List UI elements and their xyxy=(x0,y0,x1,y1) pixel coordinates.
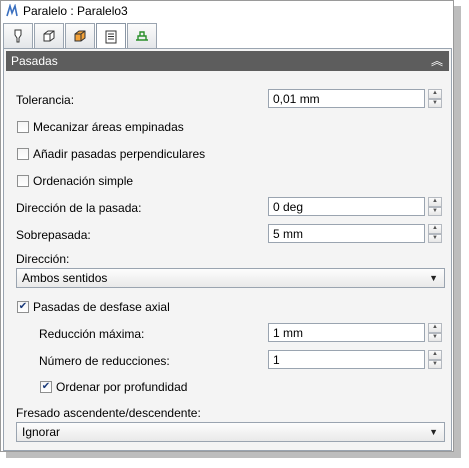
reductions-count-row: Número de reducciones: xyxy=(39,354,170,368)
section-header[interactable]: Pasadas ︽ xyxy=(6,51,449,71)
tolerance-input[interactable]: 0,01 mm xyxy=(268,89,425,108)
direction-label: Dirección: xyxy=(16,252,70,266)
spin-up-icon[interactable]: ▲ xyxy=(428,224,442,234)
overlap-label: Sobrepasada: xyxy=(16,228,91,242)
spin-up-icon[interactable]: ▲ xyxy=(428,323,442,333)
pass-direction-row: Dirección de la pasada: xyxy=(16,201,141,215)
pass-direction-label: Dirección de la pasada: xyxy=(16,201,142,215)
overlap-spinner: 5 mm ▲ ▼ xyxy=(268,224,442,243)
reductions-count-input[interactable]: 1 xyxy=(268,350,425,369)
axial-offset-label: Pasadas de desfase axial xyxy=(33,300,170,314)
steep-areas-checkbox[interactable] xyxy=(17,121,29,133)
stock-box-icon xyxy=(43,30,55,42)
axial-offset-option[interactable]: ✔ Pasadas de desfase axial xyxy=(17,300,170,314)
tab-strip xyxy=(3,23,158,50)
tab-passes[interactable] xyxy=(96,23,126,50)
spin-down-icon[interactable]: ▼ xyxy=(428,359,442,369)
perpendicular-passes-label: Añadir pasadas perpendiculares xyxy=(33,147,206,161)
steep-areas-label: Mecanizar áreas empinadas xyxy=(33,120,184,134)
milling-direction-select[interactable]: Ignorar ▼ xyxy=(16,422,445,442)
pass-direction-spinner: 0 deg ▲ ▼ xyxy=(268,197,442,216)
chevron-down-icon: ▼ xyxy=(429,273,438,283)
spin-down-icon[interactable]: ▼ xyxy=(428,206,442,216)
spin-down-icon[interactable]: ▼ xyxy=(428,332,442,342)
chevron-down-icon: ▼ xyxy=(429,427,438,437)
milling-direction-row: Fresado ascendente/descendente: xyxy=(16,406,201,420)
direction-selected-value: Ambos sentidos xyxy=(22,271,108,285)
reductions-count-spinner: 1 ▲ ▼ xyxy=(268,350,442,369)
collapse-icon[interactable]: ︽ xyxy=(431,55,443,67)
perpendicular-passes-checkbox[interactable] xyxy=(17,148,29,160)
order-by-depth-option[interactable]: ✔ Ordenar por profundidad xyxy=(40,380,187,394)
tool-icon xyxy=(14,29,22,43)
direction-select[interactable]: Ambos sentidos ▼ xyxy=(16,268,445,288)
tab-linking[interactable] xyxy=(127,23,157,48)
max-reduction-input[interactable]: 1 mm xyxy=(268,323,425,342)
axial-offset-checkbox[interactable]: ✔ xyxy=(17,301,29,313)
milling-direction-label: Fresado ascendente/descendente: xyxy=(16,406,201,420)
tolerance-label: Tolerancia: xyxy=(16,93,75,107)
tab-stock[interactable] xyxy=(34,23,64,48)
reductions-count-label: Número de reducciones: xyxy=(39,354,170,368)
tab-geometry[interactable] xyxy=(65,23,95,48)
simple-ordering-label: Ordenación simple xyxy=(33,174,134,188)
max-reduction-label: Reducción máxima: xyxy=(39,327,145,341)
passes-panel: Pasadas ︽ Tolerancia: 0,01 mm ▲ ▼ Mecaniz… xyxy=(3,48,452,451)
spin-down-icon[interactable]: ▼ xyxy=(428,233,442,243)
simple-ordering-checkbox[interactable] xyxy=(17,175,29,187)
tab-tool[interactable] xyxy=(3,23,33,48)
pass-direction-input[interactable]: 0 deg xyxy=(268,197,425,216)
tolerance-spinner: 0,01 mm ▲ ▼ xyxy=(268,89,442,108)
app-logo-icon xyxy=(6,4,18,17)
simple-ordering-option[interactable]: Ordenación simple xyxy=(17,174,133,188)
spin-up-icon[interactable]: ▲ xyxy=(428,89,442,99)
spin-up-icon[interactable]: ▲ xyxy=(428,350,442,360)
direction-row: Dirección: xyxy=(16,252,69,266)
overlap-input[interactable]: 5 mm xyxy=(268,224,425,243)
tolerance-row: Tolerancia: xyxy=(16,93,74,107)
properties-window: Paralelo : Paralelo3 Pasadas ︽ Toleranci… xyxy=(0,0,454,452)
max-reduction-spinner: 1 mm ▲ ▼ xyxy=(268,323,442,342)
steep-areas-option[interactable]: Mecanizar áreas empinadas xyxy=(17,120,184,134)
linking-icon xyxy=(136,31,148,41)
order-by-depth-label: Ordenar por profundidad xyxy=(56,380,188,394)
geometry-icon xyxy=(74,30,86,42)
spin-up-icon[interactable]: ▲ xyxy=(428,197,442,207)
spin-down-icon[interactable]: ▼ xyxy=(428,98,442,108)
max-reduction-row: Reducción máxima: xyxy=(39,327,144,341)
section-title: Pasadas xyxy=(11,54,58,68)
passes-icon xyxy=(105,30,117,44)
order-by-depth-checkbox[interactable]: ✔ xyxy=(40,381,52,393)
perpendicular-passes-option[interactable]: Añadir pasadas perpendiculares xyxy=(17,147,205,161)
title-bar: Paralelo : Paralelo3 xyxy=(1,1,453,21)
milling-direction-selected-value: Ignorar xyxy=(22,425,61,439)
overlap-row: Sobrepasada: xyxy=(16,228,91,242)
window-title: Paralelo : Paralelo3 xyxy=(23,4,128,18)
